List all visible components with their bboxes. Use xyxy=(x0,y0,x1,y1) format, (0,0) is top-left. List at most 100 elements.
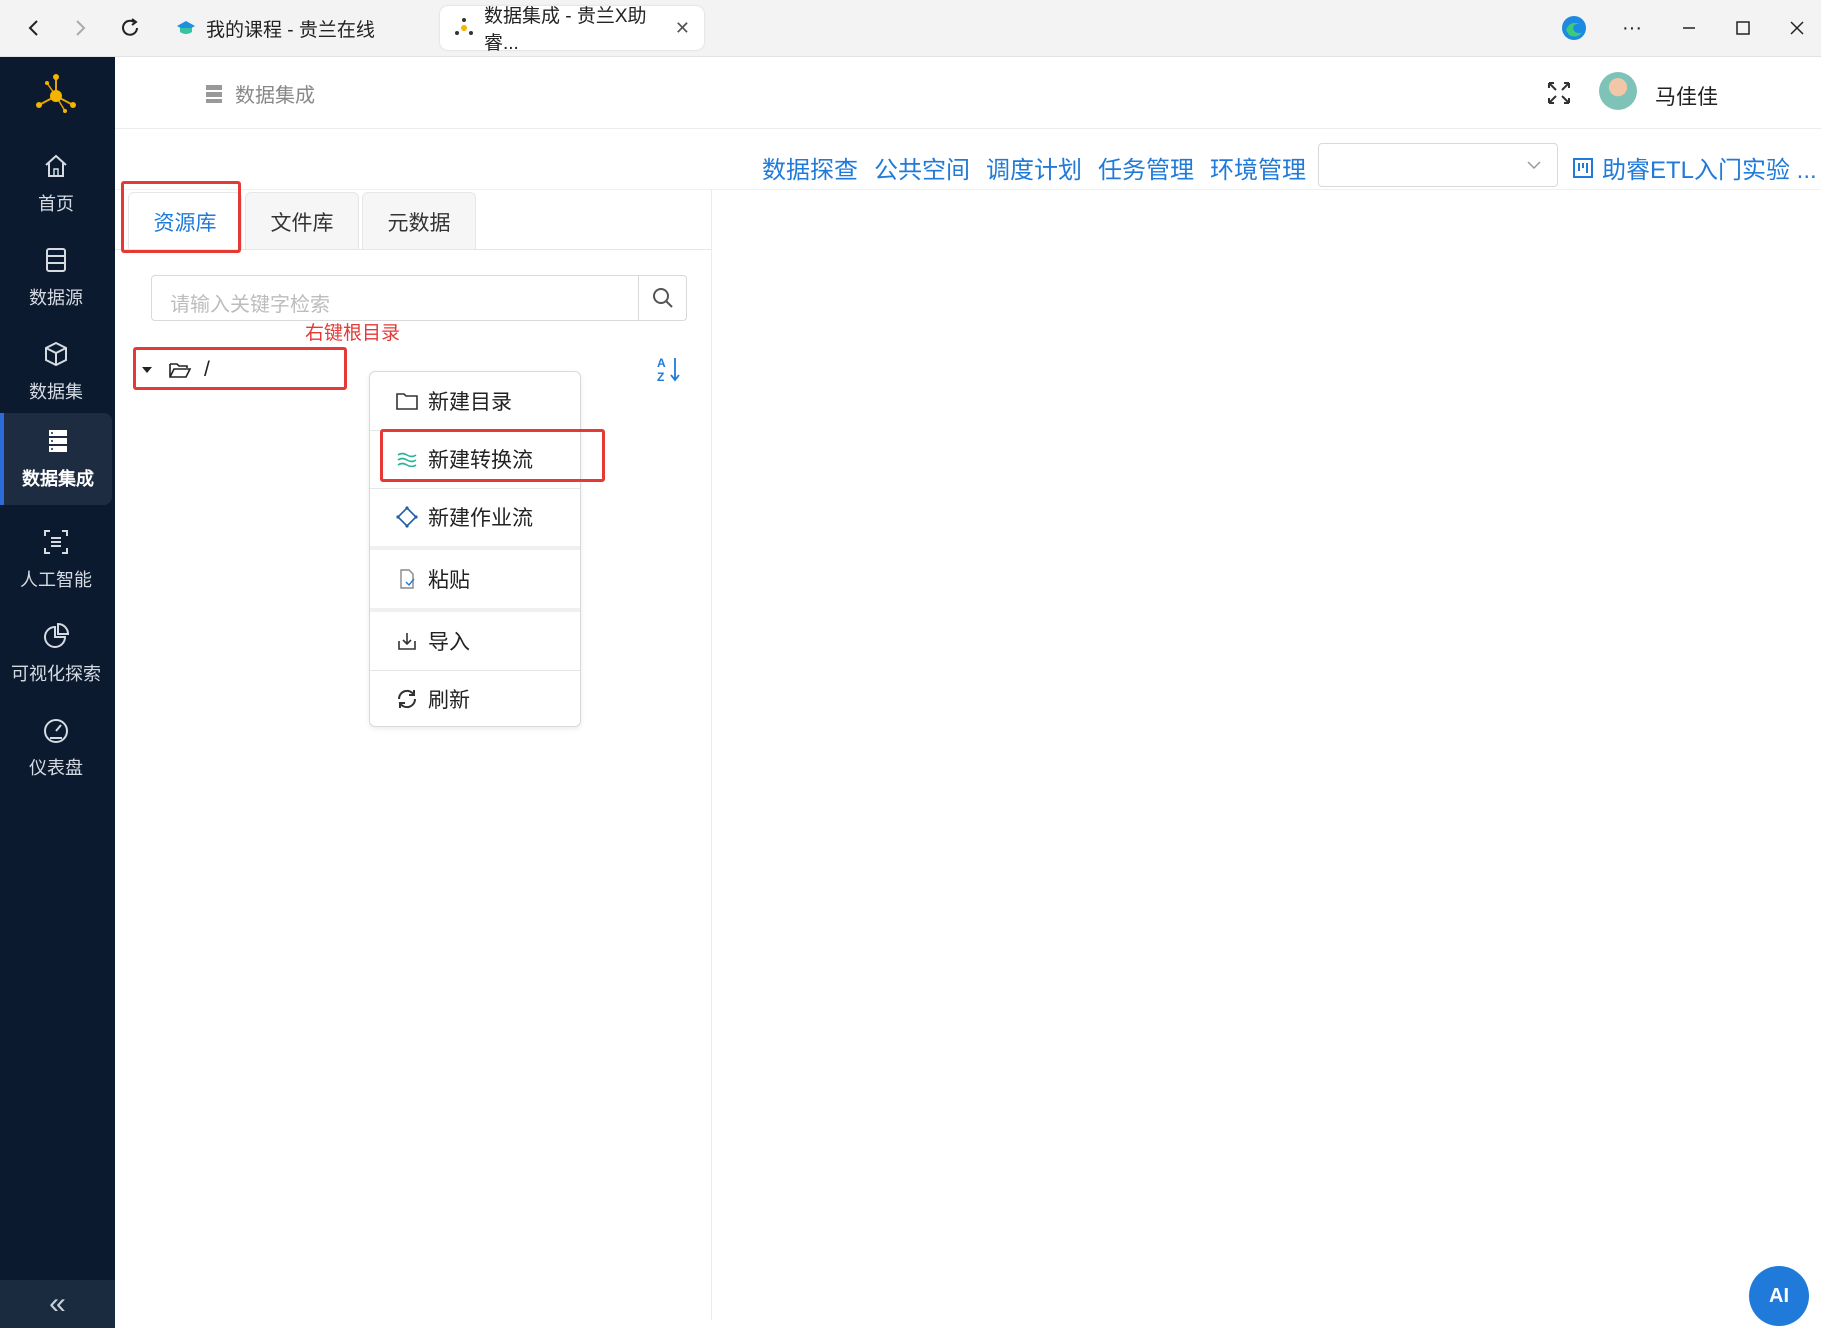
tab-label: 文件库 xyxy=(270,211,334,235)
sort-az-button[interactable]: A Z xyxy=(656,355,682,388)
minimize-button[interactable] xyxy=(1667,8,1711,48)
graduation-cap-icon xyxy=(176,18,196,38)
sidebar-item-label: 数据集成 xyxy=(22,469,94,489)
breadcrumb: 数据集成 xyxy=(205,79,315,108)
paste-icon xyxy=(394,566,420,592)
project-link[interactable]: 助睿ETL入门实验 ... xyxy=(1572,150,1817,185)
browser-tab-title: 我的课程 - 贵兰在线 xyxy=(206,19,375,41)
refresh-icon xyxy=(394,686,420,712)
import-icon xyxy=(394,628,420,654)
server-icon xyxy=(49,430,67,452)
close-icon xyxy=(1790,21,1804,35)
browser-tab-integration[interactable]: 数据集成 - 贵兰X助睿... ✕ xyxy=(440,6,704,54)
link-task-management[interactable]: 任务管理 xyxy=(1098,150,1194,185)
more-icon: ··· xyxy=(1622,16,1642,39)
forward-button[interactable] xyxy=(62,10,98,46)
ai-assistant-button[interactable]: AI xyxy=(1749,1266,1809,1326)
tab-file-library[interactable]: 文件库 xyxy=(245,192,359,250)
menu-item-label: 粘贴 xyxy=(428,569,470,592)
chevron-down-icon xyxy=(1527,161,1541,170)
tree-root-label: / xyxy=(204,358,210,381)
link-data-explore[interactable]: 数据探查 xyxy=(762,150,858,185)
datasource-icon xyxy=(46,248,66,272)
sidebar-item-label: 仪表盘 xyxy=(29,758,83,778)
tab-resource-library[interactable]: 资源库 xyxy=(128,192,242,250)
svg-text:A: A xyxy=(657,356,666,370)
browser-tab-courses[interactable]: 我的课程 - 贵兰在线 xyxy=(162,6,389,50)
minimize-icon xyxy=(1683,27,1695,29)
search-input[interactable]: 请输入关键字检索 xyxy=(151,275,687,321)
reload-button[interactable] xyxy=(112,10,148,46)
breadcrumb-current: 数据集成 xyxy=(235,85,315,107)
home-icon xyxy=(45,154,67,177)
panel-divider xyxy=(711,190,712,1320)
sidebar-item-label: 人工智能 xyxy=(20,570,92,590)
app-logo-icon xyxy=(36,74,76,113)
link-env-management[interactable]: 环境管理 xyxy=(1210,150,1306,185)
username[interactable]: 马佳佳 xyxy=(1655,81,1718,111)
search-icon xyxy=(652,288,673,308)
fullscreen-icon xyxy=(1548,82,1570,104)
close-tab-icon[interactable]: ✕ xyxy=(675,18,690,39)
sidebar-item-data-integration[interactable]: 数据集成 xyxy=(0,413,112,505)
menu-item-label: 新建作业流 xyxy=(428,507,533,530)
sidebar-item-dashboard[interactable]: 仪表盘 xyxy=(0,703,112,793)
menu-item-paste[interactable]: 粘贴 xyxy=(370,550,580,608)
sidebar-item-label: 首页 xyxy=(38,194,74,214)
reload-icon xyxy=(122,18,138,36)
edge-icon xyxy=(1562,16,1586,40)
cube-icon xyxy=(45,341,67,367)
tree-root-node[interactable]: / xyxy=(140,358,210,382)
menu-item-new-job-flow[interactable]: 新建作业流 xyxy=(370,488,580,546)
avatar[interactable] xyxy=(1599,72,1637,110)
link-schedule-plan[interactable]: 调度计划 xyxy=(986,150,1082,185)
tabs-divider xyxy=(115,249,711,250)
app-logo-icon xyxy=(454,18,474,38)
sidebar-item-datasource[interactable]: 数据源 xyxy=(0,233,112,323)
top-nav-links: 数据探查 公共空间 调度计划 任务管理 环境管理 xyxy=(762,150,1306,185)
menu-item-refresh[interactable]: 刷新 xyxy=(370,670,580,728)
edge-profile-button[interactable] xyxy=(1552,8,1596,48)
sidebar-item-visual-explore[interactable]: 可视化探索 xyxy=(0,609,112,699)
sidebar-item-home[interactable]: 首页 xyxy=(0,139,112,229)
pie-icon xyxy=(44,622,70,648)
forward-arrow-icon xyxy=(76,20,86,36)
context-menu: 新建目录 新建转换流 新建作业流 粘贴 导入 刷新 xyxy=(369,371,581,727)
transform-icon xyxy=(394,446,420,472)
ai-icon xyxy=(44,530,68,554)
panel-top-divider xyxy=(115,189,1821,190)
sidebar-collapse-button[interactable]: « xyxy=(0,1280,115,1328)
menu-item-import[interactable]: 导入 xyxy=(370,612,580,670)
project-board-icon xyxy=(1573,157,1593,178)
ai-label: AI xyxy=(1769,1284,1789,1307)
back-button[interactable] xyxy=(16,10,52,46)
close-window-button[interactable] xyxy=(1775,8,1819,48)
job-icon xyxy=(394,504,420,530)
project-name: 助睿ETL入门实验 ... xyxy=(1602,157,1817,184)
tab-label: 元数据 xyxy=(387,211,451,235)
back-arrow-icon xyxy=(28,20,38,36)
tab-metadata[interactable]: 元数据 xyxy=(362,192,476,250)
caret-down-icon[interactable] xyxy=(140,363,154,377)
sort-az-icon: A Z xyxy=(657,356,680,384)
app-header: 数据集成 马佳佳 xyxy=(115,57,1821,129)
sidebar-item-ai[interactable]: 人工智能 xyxy=(0,515,112,605)
sidebar: 首页 数据源 数据集 数据集成 人工智能 可视化探索 仪表盘 « xyxy=(0,57,115,1328)
menu-item-label: 导入 xyxy=(428,631,470,654)
search-button[interactable] xyxy=(638,276,686,320)
menu-item-label: 新建目录 xyxy=(428,391,512,414)
menu-item-new-folder[interactable]: 新建目录 xyxy=(370,372,580,430)
environment-select[interactable] xyxy=(1318,143,1558,187)
maximize-button[interactable] xyxy=(1721,8,1765,48)
more-menu-button[interactable]: ··· xyxy=(1610,8,1654,48)
link-public-space[interactable]: 公共空间 xyxy=(874,150,970,185)
annotation-label: 右键根目录 xyxy=(305,323,401,344)
menu-item-new-transform-flow[interactable]: 新建转换流 xyxy=(370,430,580,488)
browser-toolbar: 我的课程 - 贵兰在线 数据集成 - 贵兰X助睿... ✕ ··· xyxy=(0,0,1821,57)
server-icon xyxy=(206,84,222,103)
menu-item-label: 新建转换流 xyxy=(428,449,533,472)
app-logo[interactable] xyxy=(31,71,81,121)
fullscreen-button[interactable] xyxy=(1545,79,1573,107)
sidebar-item-dataset[interactable]: 数据集 xyxy=(0,327,112,417)
sidebar-item-label: 数据源 xyxy=(29,288,83,308)
